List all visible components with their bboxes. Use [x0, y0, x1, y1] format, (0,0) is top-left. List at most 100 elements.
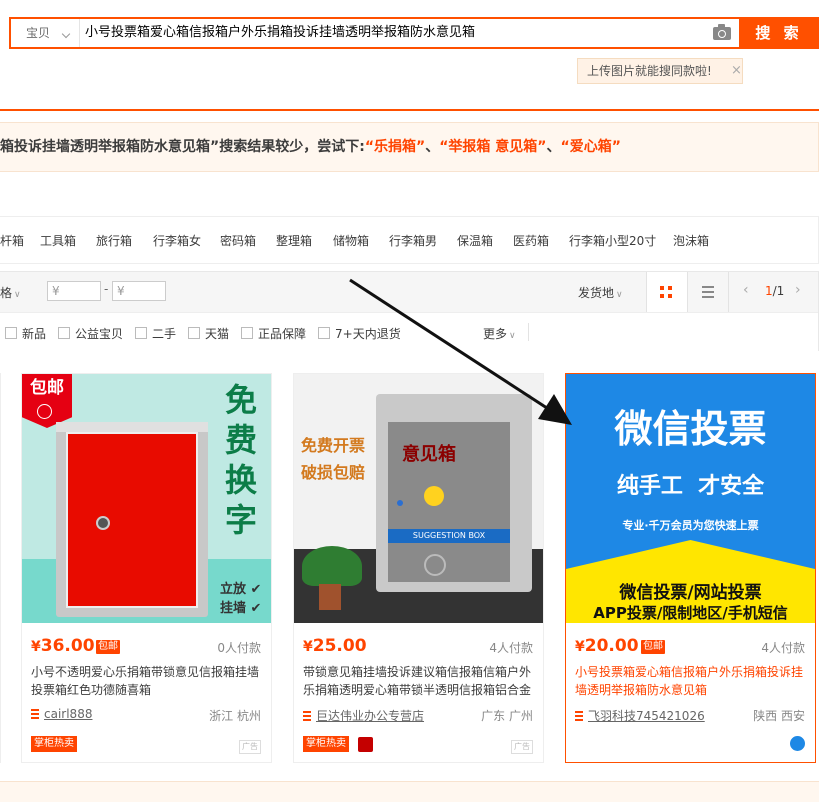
related-item[interactable]: 医药箱	[513, 232, 549, 249]
ad-label: 广告	[239, 740, 261, 754]
next-page-icon[interactable]: ›	[795, 282, 801, 298]
checkbox-icon	[5, 327, 17, 339]
plant-pot	[319, 584, 341, 610]
checkbox-icon	[318, 327, 330, 339]
free-shipping-corner: 包邮	[22, 374, 72, 428]
camera-icon[interactable]	[713, 24, 731, 40]
location: 浙江 杭州	[209, 709, 261, 723]
few-results-notice: 箱投诉挂墙透明举报箱防水意见箱”搜索结果较少，尝试下:“乐捐箱” 、“举报箱 意见…	[0, 122, 819, 172]
image-option-upright: 立放 ✔	[220, 582, 262, 597]
related-item[interactable]: 整理箱	[276, 232, 312, 249]
suggest-keyword[interactable]: “乐捐箱”	[365, 139, 425, 155]
suggest-keyword[interactable]: “举报箱 意见箱”	[439, 139, 546, 155]
checkbox-icon	[135, 327, 147, 339]
lock-icon	[96, 516, 110, 530]
product-title[interactable]: 小号投票箱爱心箱信报箱户外乐捐箱投诉挂墙透明举报箱防水意见箱	[575, 663, 807, 699]
checkbox-icon	[58, 327, 70, 339]
product-card[interactable]: 微信投票 纯手工 才安全 专业·千万会员为您快速上票 微信投票/网站投票 APP…	[565, 373, 816, 763]
paid-count: 4人付款	[489, 641, 533, 655]
related-item[interactable]: 杆箱	[0, 232, 24, 249]
image-option-wall: 挂墙 ✔	[220, 601, 262, 616]
related-searches: 杆箱 工具箱 旅行箱 行李箱女 密码箱 整理箱 储物箱 行李箱男 保温箱 医药箱…	[0, 216, 819, 264]
notice-text: 箱投诉挂墙透明举报箱防水意见箱”搜索结果较少，尝试下:“乐捐箱” 、“举报箱 意见…	[0, 136, 621, 156]
price-max-input[interactable]: ¥	[112, 281, 166, 301]
search-scope-label: 宝贝	[26, 26, 51, 40]
arrow-line	[349, 278, 551, 412]
related-item[interactable]: 行李箱女	[153, 232, 201, 249]
related-item[interactable]: 行李箱小型20寸	[569, 232, 656, 249]
checkbox-new[interactable]: 新品	[5, 325, 46, 342]
shop-icon	[31, 709, 39, 719]
price-dash: -	[104, 282, 109, 296]
checkbox-charity[interactable]: 公益宝贝	[58, 325, 123, 342]
image-line5: APP投票/限制地区/手机短信	[593, 604, 788, 622]
checkbox-icon	[188, 327, 200, 339]
product-image[interactable]: 微信投票 纯手工 才安全 专业·千万会员为您快速上票 微信投票/网站投票 APP…	[566, 374, 815, 623]
search-scope-dropdown[interactable]: 宝贝	[11, 19, 80, 47]
arrow-head	[538, 394, 572, 425]
clock-icon	[37, 404, 52, 419]
chevron-down-icon	[61, 29, 71, 39]
divider	[728, 272, 729, 312]
partial-card-edge	[0, 373, 1, 763]
location: 陕西 西安	[753, 709, 805, 723]
grid-view-button[interactable]	[647, 272, 687, 312]
shop-icon	[575, 711, 583, 721]
image-note: 专业·千万会员为您快速上票	[622, 519, 759, 532]
image-slogan: 免 费 换 字	[225, 381, 258, 539]
hot-sale-tag: 掌柜热卖	[31, 736, 77, 752]
product-card[interactable]: 包邮 免 费 换 字 立放 ✔ 挂墙 ✔ ¥36.00 包邮 0人付款 小号不透…	[21, 373, 272, 763]
checkbox-secondhand[interactable]: 二手	[135, 325, 176, 342]
checkbox-icon	[241, 327, 253, 339]
sort-dropdown[interactable]: 格 ∨	[0, 284, 21, 301]
search-input[interactable]: 小号投票箱爱心箱信报箱户外乐捐箱投诉挂墙透明举报箱防水意见箱	[85, 19, 475, 47]
shop-link[interactable]: cairl888	[31, 707, 92, 721]
image-subline: 纯手工 才安全	[616, 474, 765, 499]
related-item[interactable]: 旅行箱	[96, 232, 132, 249]
free-shipping-badge: 包邮	[641, 640, 665, 654]
prev-page-icon[interactable]: ‹	[743, 282, 749, 298]
image-headline: 微信投票	[614, 407, 767, 451]
related-item[interactable]: 储物箱	[333, 232, 369, 249]
box-door	[66, 432, 198, 608]
related-item[interactable]: 工具箱	[40, 232, 76, 249]
suggest-keyword[interactable]: “爱心箱”	[561, 139, 621, 155]
grid-icon	[660, 286, 672, 298]
annotation-arrow	[349, 278, 572, 425]
smiley-icon	[424, 486, 444, 506]
plant	[302, 546, 362, 586]
price-min-input[interactable]: ¥	[47, 281, 101, 301]
chat-icon[interactable]	[790, 736, 805, 751]
shop-link[interactable]: 飞羽科技745421026	[575, 707, 705, 724]
checkbox-genuine[interactable]: 正品保障	[241, 325, 306, 342]
product-image[interactable]: 包邮 免 费 换 字 立放 ✔ 挂墙 ✔	[22, 374, 271, 623]
related-item[interactable]: 密码箱	[220, 232, 256, 249]
header-divider	[0, 109, 819, 111]
ad-label: 广告	[511, 740, 533, 754]
shop-icon	[303, 711, 311, 721]
separator: 、	[546, 139, 561, 155]
checkbox-tmall[interactable]: 天猫	[188, 325, 229, 342]
product-price: ¥36.00	[31, 636, 95, 656]
search-box: 宝贝 小号投票箱爱心箱信报箱户外乐捐箱投诉挂墙透明举报箱防水意见箱	[9, 17, 739, 49]
ship-from-dropdown[interactable]: 发货地 ∨	[578, 284, 623, 301]
free-shipping-badge: 包邮	[96, 640, 120, 654]
search-button[interactable]: 搜 索	[739, 17, 819, 49]
related-item[interactable]: 保温箱	[457, 232, 493, 249]
tmall-icon	[358, 737, 373, 752]
related-item[interactable]: 泡沫箱	[673, 232, 709, 249]
list-view-button[interactable]	[688, 272, 728, 312]
notice-prefix: 箱投诉挂墙透明举报箱防水意见箱”搜索结果较少，尝试下:	[0, 139, 365, 155]
related-item[interactable]: 行李箱男	[389, 232, 437, 249]
hot-sale-tag: 掌柜热卖	[303, 736, 349, 752]
close-icon[interactable]: ×	[731, 59, 742, 83]
product-price: ¥25.00	[303, 636, 367, 656]
lock-icon	[397, 500, 403, 506]
product-title[interactable]: 小号不透明爱心乐捐箱带锁意见信报箱挂墙投票箱红色功德随喜箱	[31, 663, 263, 699]
image-line4: 微信投票/网站投票	[619, 583, 762, 603]
slot-window	[424, 554, 446, 576]
shop-link[interactable]: 巨达伟业办公专营店	[303, 707, 424, 724]
product-title[interactable]: 带锁意见箱挂墙投诉建议箱信报箱信箱户外乐捐箱透明爱心箱带锁半透明信报箱铝合金	[303, 663, 535, 699]
box-label: 意见箱	[402, 444, 456, 465]
paid-count: 0人付款	[217, 641, 261, 655]
